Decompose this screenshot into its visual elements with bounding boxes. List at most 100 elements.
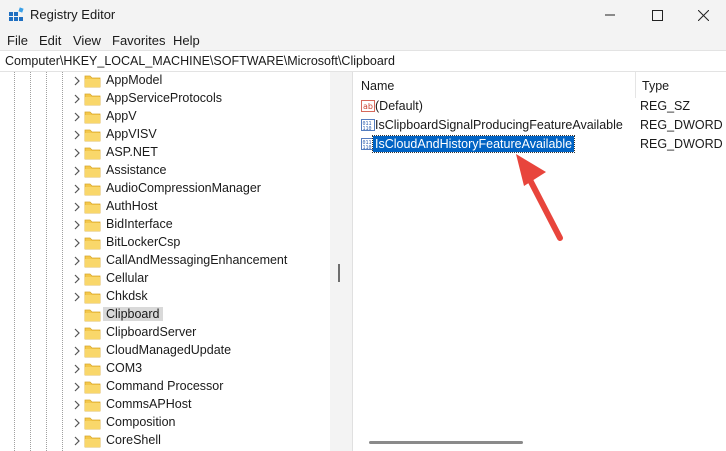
value-name: (Default) xyxy=(375,99,423,113)
chevron-right-icon[interactable] xyxy=(72,328,82,338)
tree-item[interactable]: Clipboard xyxy=(0,306,330,324)
chevron-right-icon[interactable] xyxy=(72,130,82,140)
horizontal-scrollbar[interactable] xyxy=(369,441,523,444)
folder-icon xyxy=(84,183,101,196)
tree-item-label: ASP.NET xyxy=(106,145,158,159)
value-type: REG_DWORD xyxy=(640,137,723,151)
menu-file[interactable]: File xyxy=(7,33,28,48)
folder-icon xyxy=(84,435,101,448)
address-path: Computer\HKEY_LOCAL_MACHINE\SOFTWARE\Mic… xyxy=(5,54,395,68)
menu-edit[interactable]: Edit xyxy=(39,33,61,48)
chevron-right-icon[interactable] xyxy=(72,166,82,176)
column-header-type[interactable]: Type xyxy=(635,72,726,98)
tree-item[interactable]: Assistance xyxy=(0,162,330,180)
folder-icon xyxy=(84,345,101,358)
tree-item-label: ClipboardServer xyxy=(106,325,197,339)
tree-item-label: Cellular xyxy=(106,271,149,285)
splitter-grip[interactable] xyxy=(338,264,340,282)
tree-item[interactable]: Chkdsk xyxy=(0,288,330,306)
chevron-right-icon[interactable] xyxy=(72,184,82,194)
tree-item-label: AppServiceProtocols xyxy=(106,91,223,105)
tree-item[interactable]: Composition xyxy=(0,414,330,432)
chevron-right-icon[interactable] xyxy=(72,220,82,230)
column-header-name-label: Name xyxy=(361,79,395,93)
ab-string-icon: ab xyxy=(361,100,375,112)
folder-icon xyxy=(84,75,101,88)
tree-item[interactable]: BidInterface xyxy=(0,216,330,234)
close-button[interactable] xyxy=(680,0,726,30)
tree-item-label: Composition xyxy=(106,415,176,429)
chevron-right-icon[interactable] xyxy=(72,148,82,158)
chevron-right-icon[interactable] xyxy=(72,418,82,428)
svg-text:110: 110 xyxy=(363,126,372,132)
folder-icon xyxy=(84,201,101,214)
tree-item-label: AuthHost xyxy=(106,199,158,213)
folder-icon xyxy=(84,273,101,286)
chevron-right-icon[interactable] xyxy=(72,76,82,86)
chevron-right-icon[interactable] xyxy=(72,292,82,302)
tree-item[interactable]: Cellular xyxy=(0,270,330,288)
chevron-right-icon[interactable] xyxy=(72,94,82,104)
tree-item-label: Assistance xyxy=(106,163,167,177)
tree-item[interactable]: AppServiceProtocols xyxy=(0,90,330,108)
values-list[interactable]: Name Type ab (Default) REG_SZ 011 110 IsClipb… xyxy=(352,72,726,451)
tree-item-label: Chkdsk xyxy=(106,289,148,303)
folder-icon xyxy=(84,219,101,232)
chevron-right-icon[interactable] xyxy=(72,400,82,410)
tree-item[interactable]: CloudManagedUpdate xyxy=(0,342,330,360)
chevron-right-icon[interactable] xyxy=(72,364,82,374)
column-header-name[interactable]: Name xyxy=(361,72,633,98)
tree-item[interactable]: CallAndMessagingEnhancement xyxy=(0,252,330,270)
tree-item[interactable]: AppModel xyxy=(0,72,330,90)
maximize-icon xyxy=(651,9,663,21)
chevron-right-icon[interactable] xyxy=(72,346,82,356)
folder-icon xyxy=(84,129,101,142)
binary-value-icon: 011110 xyxy=(361,119,375,132)
minimize-icon xyxy=(605,14,615,16)
tree-item[interactable]: ASP.NET xyxy=(0,144,330,162)
tree-item[interactable]: CommsAPHost xyxy=(0,396,330,414)
value-type: REG_DWORD xyxy=(640,118,723,132)
tree-item-label: Clipboard xyxy=(103,307,163,321)
key-tree[interactable]: AppModel AppServiceProtocols AppV AppVISV AS… xyxy=(0,72,330,451)
folder-icon xyxy=(84,399,101,412)
maximize-button[interactable] xyxy=(634,0,680,30)
tree-item-label: AppVISV xyxy=(106,127,157,141)
chevron-right-icon[interactable] xyxy=(72,436,82,446)
value-row[interactable]: ab (Default) REG_SZ xyxy=(353,97,726,116)
menu-bar: File Edit View Favorites Help xyxy=(0,31,726,50)
menu-favorites[interactable]: Favorites xyxy=(112,33,165,48)
folder-icon xyxy=(84,111,101,124)
registry-editor-icon xyxy=(9,7,24,21)
chevron-right-icon[interactable] xyxy=(72,274,82,284)
title-bar: Registry Editor xyxy=(0,0,726,30)
chevron-right-icon[interactable] xyxy=(72,112,82,122)
chevron-right-icon[interactable] xyxy=(72,382,82,392)
value-row[interactable]: 011 110 IsClipboardSignalProducingFeatureA… xyxy=(353,116,726,135)
chevron-right-icon[interactable] xyxy=(72,256,82,266)
tree-item[interactable]: BitLockerCsp xyxy=(0,234,330,252)
menu-help[interactable]: Help xyxy=(173,33,200,48)
chevron-right-icon[interactable] xyxy=(72,238,82,248)
tree-item[interactable]: CoreShell xyxy=(0,432,330,450)
folder-icon xyxy=(84,381,101,394)
column-header-type-label: Type xyxy=(642,79,670,93)
value-name: IsClipboardSignalProducingFeatureAvailab… xyxy=(375,118,623,132)
tree-item[interactable]: Command Processor xyxy=(0,378,330,396)
tree-item-label: BidInterface xyxy=(106,217,173,231)
tree-item[interactable]: COM3 xyxy=(0,360,330,378)
folder-icon xyxy=(84,327,101,340)
minimize-button[interactable] xyxy=(587,0,633,30)
address-bar[interactable]: Computer\HKEY_LOCAL_MACHINE\SOFTWARE\Mic… xyxy=(0,50,726,72)
tree-item[interactable]: ClipboardServer xyxy=(0,324,330,342)
close-icon xyxy=(697,9,709,21)
tree-item[interactable]: AudioCompressionManager xyxy=(0,180,330,198)
menu-view[interactable]: View xyxy=(73,33,101,48)
svg-text:ab: ab xyxy=(363,102,373,111)
tree-item[interactable]: AppV xyxy=(0,108,330,126)
tree-item[interactable]: AuthHost xyxy=(0,198,330,216)
chevron-right-icon[interactable] xyxy=(72,202,82,212)
folder-icon xyxy=(84,147,101,160)
tree-item[interactable]: AppVISV xyxy=(0,126,330,144)
pane-splitter[interactable] xyxy=(330,72,352,451)
